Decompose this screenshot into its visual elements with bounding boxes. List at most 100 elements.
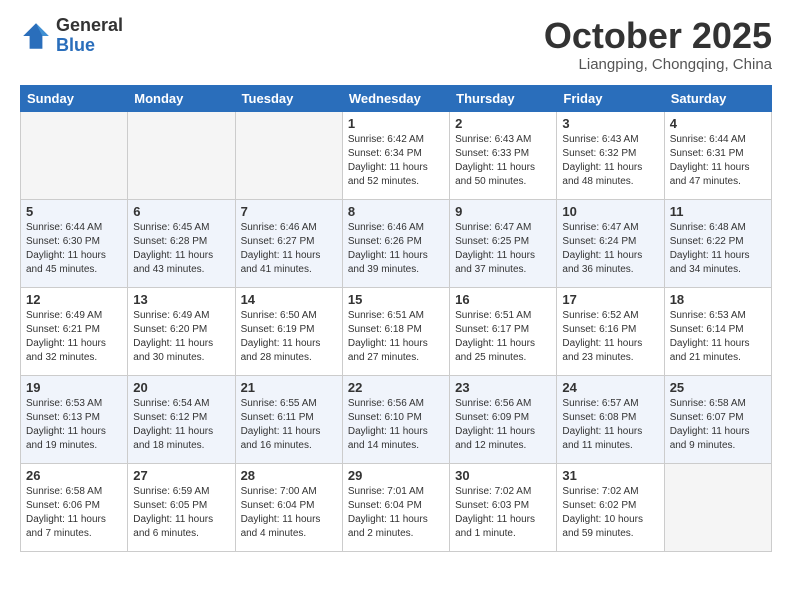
calendar-cell: 1Sunrise: 6:42 AMSunset: 6:34 PMDaylight… bbox=[342, 111, 449, 199]
calendar-cell: 24Sunrise: 6:57 AMSunset: 6:08 PMDayligh… bbox=[557, 375, 664, 463]
logo-general-text: General bbox=[56, 16, 123, 36]
day-number: 7 bbox=[241, 204, 337, 219]
header-friday: Friday bbox=[557, 85, 664, 111]
calendar-cell bbox=[235, 111, 342, 199]
day-info: Sunrise: 6:56 AMSunset: 6:09 PMDaylight:… bbox=[455, 397, 551, 453]
calendar-cell: 10 Sunrise: 6:47 AMSunset: 6:24 PMDayligh… bbox=[557, 199, 664, 287]
calendar-cell: 4 Sunrise: 6:44 AMSunset: 6:31 PMDaylight… bbox=[664, 111, 771, 199]
day-info: Sunrise: 6:46 AMSunset: 6:26 PMDaylight:… bbox=[348, 221, 444, 277]
day-number: 24 bbox=[562, 380, 658, 395]
calendar-cell: 17 Sunrise: 6:52 AMSunset: 6:16 PMDayligh… bbox=[557, 287, 664, 375]
day-number: 4 bbox=[670, 116, 766, 131]
day-info: Sunrise: 6:51 AMSunset: 6:17 PMDaylight:… bbox=[455, 309, 551, 365]
day-number: 11 bbox=[670, 204, 766, 219]
day-info: Sunrise: 6:44 AMSunset: 6:30 PMDaylight:… bbox=[26, 221, 122, 277]
day-number: 28 bbox=[241, 468, 337, 483]
day-info: Sunrise: 6:59 AMSunset: 6:05 PMDaylight:… bbox=[133, 485, 229, 541]
day-number: 2 bbox=[455, 116, 551, 131]
logo-icon bbox=[20, 20, 52, 52]
day-info: Sunrise: 7:02 AMSunset: 6:02 PMDaylight:… bbox=[562, 485, 658, 541]
calendar-cell: 31 Sunrise: 7:02 AMSunset: 6:02 PMDayligh… bbox=[557, 463, 664, 551]
calendar-week-row: 1Sunrise: 6:42 AMSunset: 6:34 PMDaylight… bbox=[21, 111, 772, 199]
day-info: Sunrise: 6:43 AMSunset: 6:33 PMDaylight:… bbox=[455, 133, 551, 189]
header-tuesday: Tuesday bbox=[235, 85, 342, 111]
calendar-cell: 19 Sunrise: 6:53 AMSunset: 6:13 PMDayligh… bbox=[21, 375, 128, 463]
calendar-week-row: 26 Sunrise: 6:58 AMSunset: 6:06 PMDayligh… bbox=[21, 463, 772, 551]
day-info: Sunrise: 6:47 AMSunset: 6:25 PMDaylight:… bbox=[455, 221, 551, 277]
calendar-cell: 28 Sunrise: 7:00 AMSunset: 6:04 PMDayligh… bbox=[235, 463, 342, 551]
calendar-table: Sunday Monday Tuesday Wednesday Thursday… bbox=[20, 85, 772, 552]
day-number: 25 bbox=[670, 380, 766, 395]
day-number: 20 bbox=[133, 380, 229, 395]
day-info: Sunrise: 7:01 AMSunset: 6:04 PMDaylight:… bbox=[348, 485, 444, 541]
day-number: 26 bbox=[26, 468, 122, 483]
calendar-week-row: 5Sunrise: 6:44 AMSunset: 6:30 PMDaylight… bbox=[21, 199, 772, 287]
month-title: October 2025 bbox=[544, 16, 772, 56]
day-info: Sunrise: 6:58 AMSunset: 6:06 PMDaylight:… bbox=[26, 485, 122, 541]
calendar-cell: 11 Sunrise: 6:48 AMSunset: 6:22 PMDayligh… bbox=[664, 199, 771, 287]
calendar-cell: 23Sunrise: 6:56 AMSunset: 6:09 PMDayligh… bbox=[450, 375, 557, 463]
calendar-cell: 9 Sunrise: 6:47 AMSunset: 6:25 PMDaylight… bbox=[450, 199, 557, 287]
day-info: Sunrise: 6:53 AMSunset: 6:13 PMDaylight:… bbox=[26, 397, 122, 453]
day-info: Sunrise: 6:44 AMSunset: 6:31 PMDaylight:… bbox=[670, 133, 766, 189]
day-number: 18 bbox=[670, 292, 766, 307]
header-thursday: Thursday bbox=[450, 85, 557, 111]
day-number: 17 bbox=[562, 292, 658, 307]
calendar-cell: 22 Sunrise: 6:56 AMSunset: 6:10 PMDayligh… bbox=[342, 375, 449, 463]
day-info: Sunrise: 7:02 AMSunset: 6:03 PMDaylight:… bbox=[455, 485, 551, 541]
logo-text: General Blue bbox=[56, 16, 123, 56]
day-number: 30 bbox=[455, 468, 551, 483]
day-number: 14 bbox=[241, 292, 337, 307]
day-number: 8 bbox=[348, 204, 444, 219]
day-info: Sunrise: 6:56 AMSunset: 6:10 PMDaylight:… bbox=[348, 397, 444, 453]
day-number: 9 bbox=[455, 204, 551, 219]
calendar-cell: 6Sunrise: 6:45 AMSunset: 6:28 PMDaylight… bbox=[128, 199, 235, 287]
calendar-cell bbox=[21, 111, 128, 199]
calendar-cell: 13Sunrise: 6:49 AMSunset: 6:20 PMDayligh… bbox=[128, 287, 235, 375]
day-info: Sunrise: 6:52 AMSunset: 6:16 PMDaylight:… bbox=[562, 309, 658, 365]
day-info: Sunrise: 6:51 AMSunset: 6:18 PMDaylight:… bbox=[348, 309, 444, 365]
day-info: Sunrise: 6:46 AMSunset: 6:27 PMDaylight:… bbox=[241, 221, 337, 277]
day-info: Sunrise: 6:47 AMSunset: 6:24 PMDaylight:… bbox=[562, 221, 658, 277]
calendar-cell: 2 Sunrise: 6:43 AMSunset: 6:33 PMDaylight… bbox=[450, 111, 557, 199]
logo-blue-text: Blue bbox=[56, 36, 123, 56]
calendar-cell bbox=[664, 463, 771, 551]
calendar-cell: 15 Sunrise: 6:51 AMSunset: 6:18 PMDayligh… bbox=[342, 287, 449, 375]
day-number: 31 bbox=[562, 468, 658, 483]
day-info: Sunrise: 6:48 AMSunset: 6:22 PMDaylight:… bbox=[670, 221, 766, 277]
day-info: Sunrise: 6:49 AMSunset: 6:21 PMDaylight:… bbox=[26, 309, 122, 365]
day-info: Sunrise: 6:53 AMSunset: 6:14 PMDaylight:… bbox=[670, 309, 766, 365]
calendar-cell: 26 Sunrise: 6:58 AMSunset: 6:06 PMDayligh… bbox=[21, 463, 128, 551]
day-info: Sunrise: 6:54 AMSunset: 6:12 PMDaylight:… bbox=[133, 397, 229, 453]
day-info: Sunrise: 6:50 AMSunset: 6:19 PMDaylight:… bbox=[241, 309, 337, 365]
day-info: Sunrise: 6:58 AMSunset: 6:07 PMDaylight:… bbox=[670, 397, 766, 453]
day-info: Sunrise: 7:00 AMSunset: 6:04 PMDaylight:… bbox=[241, 485, 337, 541]
calendar-cell: 3Sunrise: 6:43 AMSunset: 6:32 PMDaylight… bbox=[557, 111, 664, 199]
day-number: 27 bbox=[133, 468, 229, 483]
day-number: 19 bbox=[26, 380, 122, 395]
calendar-cell: 25 Sunrise: 6:58 AMSunset: 6:07 PMDayligh… bbox=[664, 375, 771, 463]
calendar-cell bbox=[128, 111, 235, 199]
calendar-cell: 18 Sunrise: 6:53 AMSunset: 6:14 PMDayligh… bbox=[664, 287, 771, 375]
day-number: 15 bbox=[348, 292, 444, 307]
logo: General Blue bbox=[20, 16, 123, 56]
day-number: 6 bbox=[133, 204, 229, 219]
page: General Blue October 2025 Liangping, Cho… bbox=[0, 0, 792, 568]
calendar-week-row: 19 Sunrise: 6:53 AMSunset: 6:13 PMDayligh… bbox=[21, 375, 772, 463]
day-number: 13 bbox=[133, 292, 229, 307]
calendar-week-row: 12Sunrise: 6:49 AMSunset: 6:21 PMDayligh… bbox=[21, 287, 772, 375]
title-block: October 2025 Liangping, Chongqing, China bbox=[544, 16, 772, 73]
header-sunday: Sunday bbox=[21, 85, 128, 111]
calendar-cell: 27 Sunrise: 6:59 AMSunset: 6:05 PMDayligh… bbox=[128, 463, 235, 551]
header-saturday: Saturday bbox=[664, 85, 771, 111]
calendar-cell: 8 Sunrise: 6:46 AMSunset: 6:26 PMDaylight… bbox=[342, 199, 449, 287]
day-info: Sunrise: 6:55 AMSunset: 6:11 PMDaylight:… bbox=[241, 397, 337, 453]
calendar-cell: 7 Sunrise: 6:46 AMSunset: 6:27 PMDaylight… bbox=[235, 199, 342, 287]
day-info: Sunrise: 6:42 AMSunset: 6:34 PMDaylight:… bbox=[348, 133, 444, 189]
calendar-cell: 16Sunrise: 6:51 AMSunset: 6:17 PMDayligh… bbox=[450, 287, 557, 375]
day-number: 22 bbox=[348, 380, 444, 395]
day-number: 21 bbox=[241, 380, 337, 395]
calendar-cell: 20 Sunrise: 6:54 AMSunset: 6:12 PMDayligh… bbox=[128, 375, 235, 463]
calendar-cell: 14 Sunrise: 6:50 AMSunset: 6:19 PMDayligh… bbox=[235, 287, 342, 375]
day-number: 10 bbox=[562, 204, 658, 219]
